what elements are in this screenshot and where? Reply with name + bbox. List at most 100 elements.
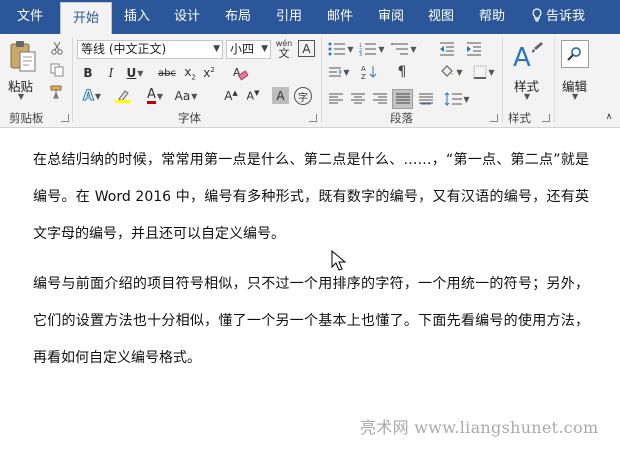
character-shading-button[interactable]: A [272,87,289,104]
document-paragraph[interactable]: 编号与前面介绍的项目符号相似，只不过一个用排序的字符，一个用统一的符号；另外，它… [33,266,589,377]
underline-button[interactable]: U ▼ [124,64,146,82]
tab-review[interactable]: 审阅 [367,0,415,34]
align-center-button[interactable] [348,90,368,108]
tab-mailings[interactable]: 邮件 [316,0,364,34]
clear-formatting-button[interactable]: A [230,64,250,82]
chevron-down-icon: ▼ [94,91,101,101]
font-name-value: 等线 (中文正文) [81,42,167,56]
numbering-button[interactable]: 1 2 3 ▼ [358,40,386,58]
shrink-font-button[interactable]: A▼ [244,86,262,106]
tab-layout[interactable]: 布局 [214,0,262,34]
shading-button[interactable]: ▼ [437,63,465,81]
justify-button[interactable] [392,89,413,109]
increase-indent-button[interactable] [464,40,484,58]
tell-me-label: 告诉我 [545,9,585,24]
tab-help[interactable]: 帮助 [468,0,516,34]
paintbrush-icon [50,85,62,99]
font-color-button[interactable]: A ▼ [142,86,168,106]
font-size-combo[interactable]: 小四 ▼ [226,40,271,59]
font-dialog-launcher[interactable] [309,114,317,122]
editing-button[interactable]: 编辑 ▼ [558,38,598,108]
tab-references[interactable]: 引用 [265,0,313,34]
collapse-ribbon-button[interactable]: ∧ [603,112,615,122]
format-painter-button[interactable] [48,83,66,101]
chevron-down-icon: ▼ [191,91,198,101]
pilcrow-icon: ¶ [397,64,407,80]
document-paragraph[interactable]: 在总结归纳的时候，常常用第一点是什么、第二点是什么、……，“第一点、第二点”就是… [33,142,589,253]
change-case-icon: Aa [174,89,191,103]
phonetic-guide-button[interactable]: wén 文 [274,38,294,60]
lightbulb-icon [532,8,542,22]
distributed-button[interactable] [416,90,436,108]
chinese-layout-button[interactable]: ▼ [327,63,351,81]
cut-button[interactable] [48,39,66,57]
decrease-indent-button[interactable] [437,40,457,58]
tab-file[interactable]: 文件 [4,0,56,34]
highlighter-icon [115,90,131,103]
tab-home[interactable]: 开始 [60,2,112,34]
align-right-icon [373,93,387,104]
font-name-combo[interactable]: 等线 (中文正文) ▼ [77,40,223,59]
bullets-button[interactable]: ▼ [327,40,355,58]
paragraph-dialog-launcher[interactable] [490,114,498,122]
grow-font-button[interactable]: A▲ [222,86,240,106]
tab-design[interactable]: 设计 [163,0,211,34]
chevron-down-icon: ▼ [456,67,463,77]
align-left-icon [329,93,343,104]
svg-text:3: 3 [359,52,362,56]
align-left-button[interactable] [326,90,346,108]
eraser-icon: A [233,66,248,81]
watermark: 亮术网 www.liangshunet.com [360,418,599,437]
styles-dialog-launcher[interactable] [542,114,550,122]
chevron-down-icon: ▼ [488,67,495,77]
group-divider [554,38,555,122]
chevron-down-icon: ▼ [378,44,385,54]
svg-text:Z: Z [361,73,366,80]
bullet-list-icon [328,42,346,56]
enclose-characters-button[interactable]: 字 [294,87,312,105]
show-hide-marks-button[interactable]: ¶ [390,63,414,81]
numbered-list-icon: 123 [359,43,377,56]
character-border-icon: A [302,41,311,56]
borders-button[interactable]: ▼ [470,63,498,81]
phonetic-char-icon: 文 [278,46,290,60]
grow-font-icon: A▲ [224,89,238,103]
decrease-indent-icon [440,42,454,56]
line-spacing-icon [445,92,463,106]
font-color-icon: A [146,87,156,104]
align-center-icon [351,93,365,104]
change-case-button[interactable]: Aa ▼ [172,86,200,106]
italic-button[interactable]: I [103,64,119,82]
styles-group-label: 样式 [508,111,531,125]
character-border-button[interactable]: A [298,40,315,57]
search-icon [561,40,589,68]
tab-insert[interactable]: 插入 [112,0,162,34]
sort-button[interactable]: AZ [357,63,381,81]
paragraph-group-label: 段落 [390,111,413,125]
borders-icon [473,65,487,79]
clipboard-dialog-launcher[interactable] [61,114,69,122]
align-right-button[interactable] [370,90,390,108]
tell-me-button[interactable]: 告诉我 [526,0,590,34]
chevron-up-icon: ∧ [605,112,613,122]
text-effects-button[interactable]: A ▼ [80,86,104,106]
strikethrough-button[interactable]: abc [155,64,179,82]
styles-gallery-button[interactable]: A 样式 ▼ [506,38,550,108]
paste-dropdown-icon: ▼ [18,92,25,101]
line-spacing-button[interactable]: ▼ [442,89,472,109]
copy-button[interactable] [48,61,66,79]
scissors-icon [51,41,63,55]
paste-button[interactable]: 粘贴 ▼ [6,38,40,104]
multilevel-list-button[interactable]: ▼ [390,40,418,58]
ribbon-tab-bar: 文件 开始 插入 设计 布局 引用 邮件 审阅 视图 帮助 告诉我 [0,0,620,34]
svg-text:A: A [513,43,531,72]
superscript-button[interactable]: x2 [201,64,217,82]
chevron-down-icon: ▼ [213,44,220,54]
clipboard-paste-icon [10,41,36,72]
tab-view[interactable]: 视图 [417,0,465,34]
document-page[interactable]: 在总结归纳的时候，常常用第一点是什么、第二点是什么、……，“第一点、第二点”就是… [0,128,620,460]
subscript-button[interactable]: x2 [182,64,198,82]
bold-button[interactable]: B [80,64,96,82]
mouse-cursor-icon [331,250,347,271]
highlight-color-button[interactable] [110,86,136,106]
